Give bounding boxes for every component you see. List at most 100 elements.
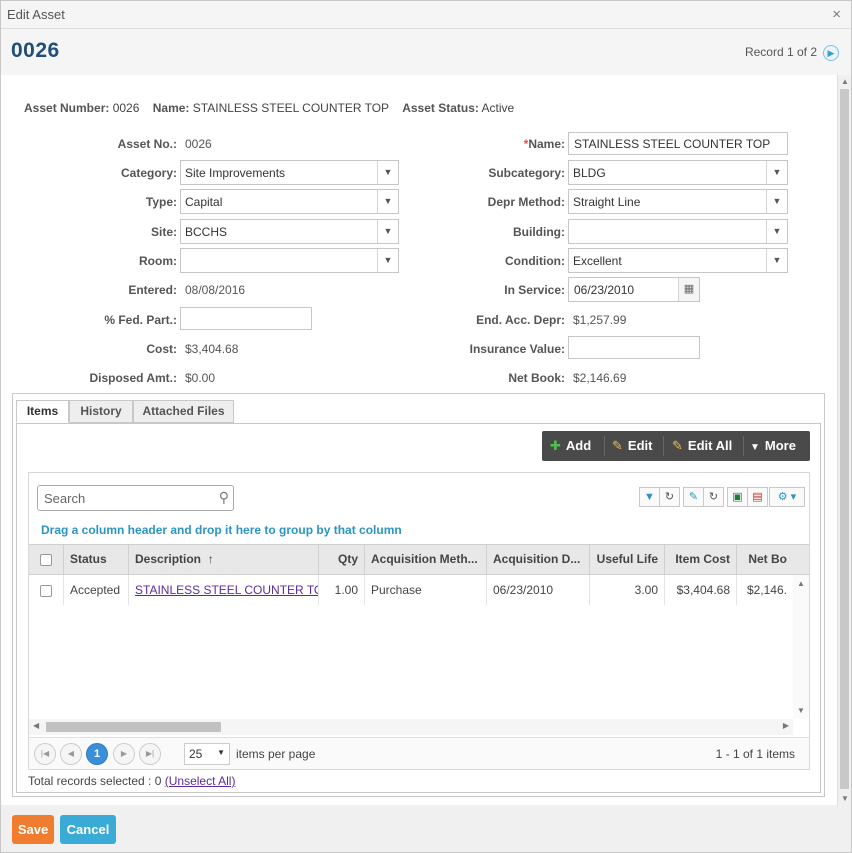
chevron-down-icon[interactable]: ▼ [766,249,787,272]
toolbar-divider [743,436,744,456]
scroll-down-icon[interactable]: ▼ [797,706,805,715]
name-input[interactable]: STAINLESS STEEL COUNTER TOP [568,132,788,155]
name-label-text: Name: [528,137,565,151]
in-service-date[interactable]: 06/23/2010 ▦ [568,277,700,302]
type-select[interactable]: Capital ▼ [180,189,399,214]
page-size-select[interactable]: 25 ▼ [184,743,230,765]
chevron-down-icon[interactable]: ▼ [766,161,787,184]
col-status[interactable]: Status [64,545,129,574]
col-qty[interactable]: Qty [319,545,365,574]
plus-icon: ✚ [550,438,561,453]
chevron-down-icon[interactable]: ▼ [766,190,787,213]
room-label: Room: [139,254,177,268]
page-size-value: 25 [189,747,203,761]
record-count: Record 1 of 2 [744,45,817,59]
search-icon[interactable]: ⚲ [219,489,229,506]
condition-select[interactable]: Excellent ▼ [568,248,788,273]
room-select[interactable]: ▼ [180,248,399,273]
scroll-right-icon[interactable]: ▶ [783,721,789,730]
scroll-down-icon[interactable]: ▼ [841,794,849,803]
col-acquisition-method[interactable]: Acquisition Meth... [365,545,487,574]
next-record-icon[interactable]: ▶ [823,45,839,61]
current-page-button[interactable]: 1 [86,743,108,765]
description-link[interactable]: STAINLESS STEEL COUNTER TOP [135,583,318,597]
insurance-input[interactable] [568,336,700,359]
scroll-up-icon[interactable]: ▲ [841,77,849,86]
tab-attached-files[interactable]: Attached Files [133,400,234,423]
subcategory-value: BLDG [573,166,606,180]
chevron-down-icon[interactable]: ▼ [377,161,398,184]
edit-button[interactable]: ✎ Edit [612,431,652,461]
chevron-down-icon[interactable]: ▼ [377,220,398,243]
fed-part-label: % Fed. Part.: [104,313,177,327]
chevron-down-icon[interactable]: ▼ [377,249,398,272]
table-row[interactable]: Accepted STAINLESS STEEL COUNTER TOP 1.0… [29,575,809,605]
last-page-icon[interactable]: ▶| [139,743,161,765]
row-checkbox[interactable] [40,584,52,597]
col-useful-life[interactable]: Useful Life [590,545,665,574]
cancel-button[interactable]: Cancel [60,815,116,844]
pdf-icon[interactable]: ▤ [747,487,768,507]
col-description[interactable]: Description ↑ [129,545,319,574]
record-header: 0026 Record 1 of 2 ▶ [1,29,851,75]
more-button[interactable]: ▼ More [750,431,796,461]
depr-method-select[interactable]: Straight Line ▼ [568,189,788,214]
unselect-all-link[interactable]: (Unselect All) [165,774,236,788]
fed-part-input[interactable] [180,307,312,330]
cell-item-cost: $3,404.68 [665,575,737,605]
pencil-icon: ✎ [672,438,683,453]
add-button[interactable]: ✚ Add [550,431,591,461]
site-select[interactable]: BCCHS ▼ [180,219,399,244]
type-label: Type: [145,195,177,209]
cell-useful-life: 3.00 [590,575,665,605]
save-button[interactable]: Save [12,815,54,844]
building-select[interactable]: ▼ [568,219,788,244]
subcategory-label: Subcategory: [488,166,565,180]
scroll-up-icon[interactable]: ▲ [797,579,805,588]
toolbar-divider [663,436,664,456]
col-item-cost[interactable]: Item Cost [665,545,737,574]
filter-icon[interactable]: ▼ [639,487,660,507]
tab-items[interactable]: Items [16,400,69,423]
next-page-icon[interactable]: ▶ [113,743,135,765]
grid-search-input[interactable]: Search ⚲ [37,485,234,511]
group-hint: Drag a column header and drop it here to… [41,523,402,537]
subcategory-select[interactable]: BLDG ▼ [568,160,788,185]
cell-description: STAINLESS STEEL COUNTER TOP [129,575,319,605]
select-all-checkbox[interactable] [40,553,52,566]
items-tab-body: ✚ Add ✎ Edit ✎ Edit All ▼ More Search ⚲ ▼ [16,423,821,793]
tab-history[interactable]: History [69,400,133,423]
chevron-down-icon[interactable]: ▼ [217,748,225,757]
horizontal-scroll-thumb[interactable] [46,722,221,732]
dialog-title: Edit Asset [7,7,65,22]
items-grid: Search ⚲ ▼ ↻ ✎ ↻ ▣ ▤ ⚙ ▾ Drag a column h… [28,472,810,770]
grid-horizontal-scrollbar[interactable]: ◀ ▶ [29,719,793,735]
search-placeholder: Search [44,491,86,506]
grid-vertical-scrollbar[interactable]: ▲ ▼ [793,575,809,719]
calendar-icon[interactable]: ▦ [678,278,699,301]
summary-name: STAINLESS STEEL COUNTER TOP [192,101,389,115]
chevron-down-icon[interactable]: ▼ [377,190,398,213]
dialog-scroll-thumb[interactable] [840,89,849,789]
chevron-down-icon[interactable]: ▼ [766,220,787,243]
category-select[interactable]: Site Improvements ▼ [180,160,399,185]
row-checkbox-cell [29,575,64,605]
prev-page-icon[interactable]: ◀ [60,743,82,765]
refresh-filter-icon[interactable]: ↻ [659,487,680,507]
insurance-label: Insurance Value: [469,342,565,356]
wrench-icon[interactable]: ✎ [683,487,704,507]
cell-net-book: $2,146. [746,583,787,597]
condition-label: Condition: [505,254,565,268]
col-acquisition-date[interactable]: Acquisition D... [487,545,590,574]
refresh-icon[interactable]: ↻ [703,487,724,507]
col-net-book[interactable]: Net Bo [737,545,793,574]
summary-name-label: Name: [152,101,190,115]
close-icon[interactable]: × [832,6,841,23]
first-page-icon[interactable]: |◀ [34,743,56,765]
scroll-left-icon[interactable]: ◀ [33,721,39,730]
dialog-scrollbar[interactable]: ▲ ▼ [837,75,851,805]
settings-gear-icon[interactable]: ⚙ ▾ [769,487,805,507]
edit-all-button[interactable]: ✎ Edit All [672,431,732,461]
excel-icon[interactable]: ▣ [727,487,748,507]
edit-asset-dialog: Edit Asset × 0026 Record 1 of 2 ▶ Asset … [0,0,852,853]
